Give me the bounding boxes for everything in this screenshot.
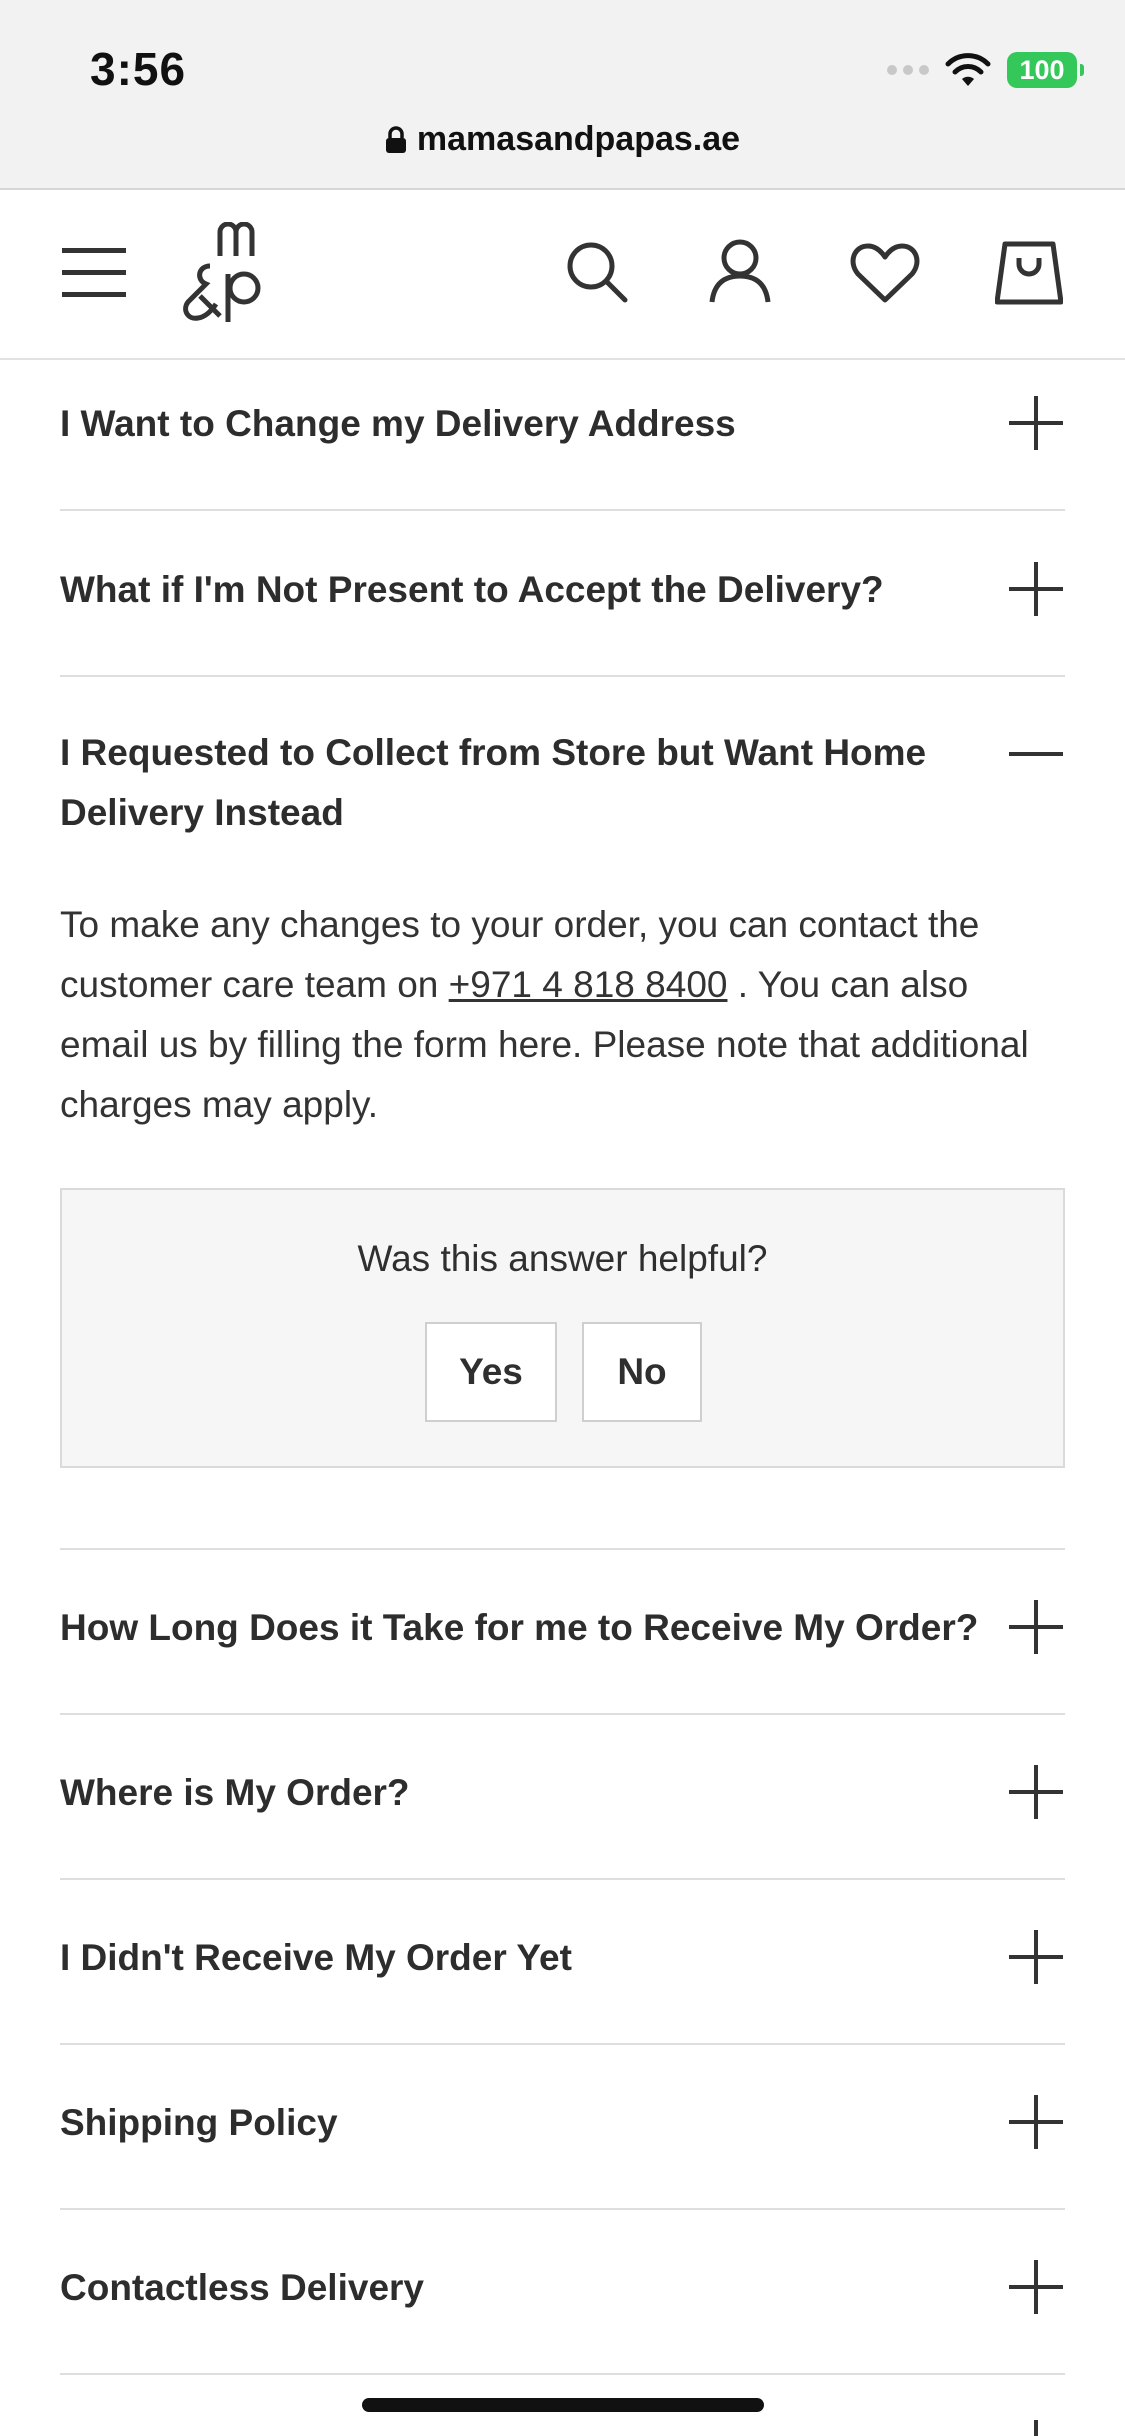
faq-answer: To make any changes to your order, you c… xyxy=(60,895,1065,1135)
yes-button[interactable]: Yes xyxy=(425,1322,557,1422)
menu-icon[interactable] xyxy=(62,242,126,304)
home-indicator[interactable] xyxy=(362,2398,764,2412)
divider xyxy=(60,2373,1065,2375)
status-indicators: 100 xyxy=(887,50,1084,90)
plus-icon[interactable] xyxy=(1009,1765,1063,1819)
url-text: mamasandpapas.ae xyxy=(416,120,741,158)
minus-icon[interactable] xyxy=(1009,727,1063,781)
lock-icon xyxy=(385,125,406,153)
browser-bar: 3:56 100 mamasandpapas.ae xyxy=(0,0,1125,190)
plus-icon[interactable] xyxy=(1009,2095,1063,2149)
divider xyxy=(60,675,1065,677)
helpful-question: Was this answer helpful? xyxy=(357,1238,768,1279)
divider xyxy=(60,1548,1065,1550)
faq-question: Shipping Policy xyxy=(60,2102,338,2143)
faq-item[interactable]: How Long Does it Take for me to Receive … xyxy=(60,1596,1065,1660)
address-bar[interactable]: mamasandpapas.ae xyxy=(0,120,1125,159)
faq-item[interactable]: I Want to Change my Delivery Address xyxy=(60,392,1065,456)
faq-question: I Didn't Receive My Order Yet xyxy=(60,1937,572,1978)
plus-icon[interactable] xyxy=(1009,2420,1063,2436)
shopping-bag-icon[interactable] xyxy=(995,238,1063,306)
plus-icon[interactable] xyxy=(1009,2260,1063,2314)
faq-item-expanded[interactable]: I Requested to Collect from Store but Wa… xyxy=(60,723,1065,847)
divider xyxy=(60,509,1065,511)
divider xyxy=(60,1878,1065,1880)
no-button[interactable]: No xyxy=(582,1322,702,1422)
wifi-icon xyxy=(945,53,991,86)
faq-item[interactable]: I Didn't Receive My Order Yet xyxy=(60,1926,1065,1990)
cellular-signal-icon xyxy=(887,65,929,75)
faq-item[interactable]: Where is My Order? xyxy=(60,1761,1065,1825)
faq-question: I Requested to Collect from Store but Wa… xyxy=(60,732,927,833)
plus-icon[interactable] xyxy=(1009,396,1063,450)
faq-question: I Want to Change my Delivery Address xyxy=(60,403,736,444)
plus-icon[interactable] xyxy=(1009,1600,1063,1654)
logo[interactable] xyxy=(180,222,272,322)
divider xyxy=(60,1713,1065,1715)
battery-icon: 100 xyxy=(1007,52,1084,88)
account-icon[interactable] xyxy=(708,238,772,304)
faq-item[interactable]: Contactless Delivery xyxy=(60,2256,1065,2320)
search-icon[interactable] xyxy=(565,240,629,304)
plus-icon[interactable] xyxy=(1009,562,1063,616)
heart-icon[interactable] xyxy=(850,242,920,304)
plus-icon[interactable] xyxy=(1009,1930,1063,1984)
faq-item[interactable]: Shipping Policy xyxy=(60,2091,1065,2155)
phone-link[interactable]: +971 4 818 8400 xyxy=(449,964,728,1005)
faq-question: How Long Does it Take for me to Receive … xyxy=(60,1607,979,1648)
faq-item[interactable]: What if I'm Not Present to Accept the De… xyxy=(60,558,1065,622)
status-time: 3:56 xyxy=(90,43,187,95)
faq-question: What if I'm Not Present to Accept the De… xyxy=(60,569,884,610)
site-header xyxy=(0,192,1125,360)
faq-question: Contactless Delivery xyxy=(60,2267,425,2308)
helpful-feedback-box: Was this answer helpful? Yes No xyxy=(60,1188,1065,1468)
divider xyxy=(60,2043,1065,2045)
divider xyxy=(60,2208,1065,2210)
faq-question: Where is My Order? xyxy=(60,1772,410,1813)
